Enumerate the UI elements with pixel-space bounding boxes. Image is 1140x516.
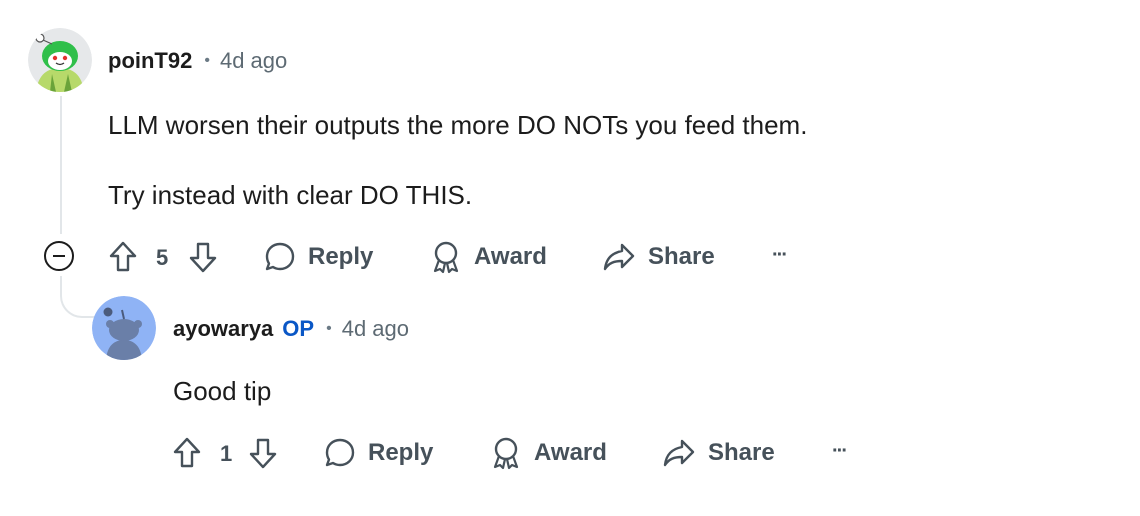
header-separator: •: [204, 52, 210, 69]
author-name[interactable]: poinT92: [108, 48, 192, 74]
reply-label: Reply: [368, 439, 434, 466]
comment-body-line: LLM worsen their outputs the more DO NOT…: [108, 110, 808, 140]
thread-line: [60, 96, 62, 234]
timestamp[interactable]: 4d ago: [342, 316, 409, 342]
upvote-icon: [109, 241, 137, 272]
vote-count: 5: [156, 245, 169, 270]
share-button[interactable]: Share: [662, 434, 775, 472]
snoo-avatar-green-icon: [28, 28, 92, 92]
comment-header: ayowarya OP • 4d ago: [173, 314, 409, 344]
collapse-icon[interactable]: [44, 241, 74, 271]
reply-button[interactable]: Reply: [324, 434, 433, 472]
comment-body: Good tip: [173, 376, 272, 406]
share-label: Share: [648, 243, 715, 270]
avatar[interactable]: [92, 296, 156, 360]
timestamp[interactable]: 4d ago: [220, 48, 287, 74]
thread-reply-connector: [60, 276, 96, 318]
op-badge: OP: [282, 316, 315, 341]
author-name[interactable]: ayowarya: [173, 316, 273, 342]
downvote-icon: [189, 242, 217, 273]
more-options-icon[interactable]: ···: [832, 440, 848, 463]
downvote-icon: [249, 438, 277, 469]
more-options-icon[interactable]: ···: [772, 244, 788, 267]
award-icon: [433, 241, 459, 274]
upvote-button[interactable]: [108, 238, 138, 276]
avatar[interactable]: [28, 28, 92, 92]
share-arrow-icon: [663, 439, 695, 467]
award-label: Award: [534, 439, 607, 466]
downvote-button[interactable]: [188, 238, 218, 276]
reply-bubble-icon: [325, 438, 355, 467]
snoo-avatar-blue-icon: [92, 296, 156, 360]
share-arrow-icon: [603, 243, 635, 271]
share-label: Share: [708, 439, 775, 466]
award-label: Award: [474, 243, 547, 270]
vote-count: 1: [220, 441, 233, 466]
upvote-icon: [173, 437, 201, 468]
award-button[interactable]: Award: [490, 434, 607, 472]
header-separator: •: [326, 320, 332, 337]
upvote-button[interactable]: [172, 434, 202, 472]
award-button[interactable]: Award: [430, 238, 547, 276]
award-icon: [493, 437, 519, 470]
comment-body-line: Try instead with clear DO THIS.: [108, 180, 473, 210]
comment-header: poinT92 • 4d ago: [108, 46, 287, 76]
downvote-button[interactable]: [248, 434, 278, 472]
reply-label: Reply: [308, 243, 374, 270]
share-button[interactable]: Share: [602, 238, 715, 276]
reply-button[interactable]: Reply: [264, 238, 373, 276]
reply-bubble-icon: [265, 242, 295, 271]
